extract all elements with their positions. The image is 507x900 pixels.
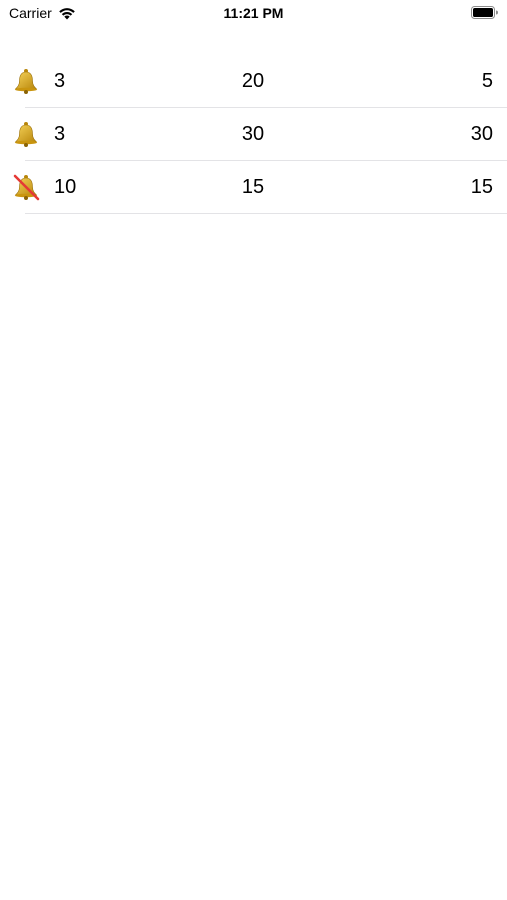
row-value-2: 30 [241,123,265,145]
alarm-table: 3 20 5 3 30 30 10 15 15 [0,55,507,214]
row-value-1: 3 [54,70,66,92]
row-value-3: 15 [470,176,493,198]
row-value-1: 10 [54,176,77,198]
row-value-3: 30 [470,123,493,145]
status-bar: Carrier 11:21 PM [0,0,507,28]
row-value-3: 5 [481,70,493,92]
table-row[interactable]: 3 30 30 [0,108,507,161]
bell-muted-icon [13,174,40,201]
table-row[interactable]: 10 15 15 [0,161,507,214]
row-separator [25,213,507,214]
row-value-2: 20 [241,70,265,92]
bell-icon [14,69,38,94]
row-value-2: 15 [241,176,265,198]
bell-icon [14,122,38,147]
table-row[interactable]: 3 20 5 [0,55,507,108]
clock: 11:21 PM [223,5,284,21]
battery-icon [471,6,498,19]
row-value-1: 3 [54,123,66,145]
